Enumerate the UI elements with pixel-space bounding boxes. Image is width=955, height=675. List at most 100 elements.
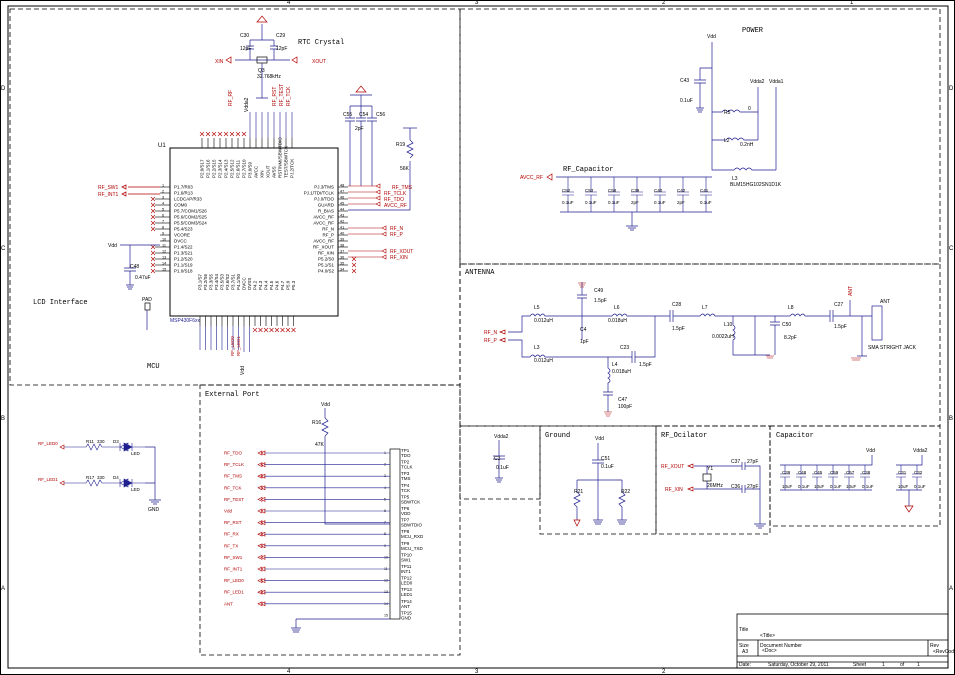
ground-section-title: Ground (545, 432, 570, 440)
c51-value: 0.1uF (601, 464, 614, 470)
led-r-value: 330 (97, 439, 105, 444)
ext-pin-name: TMS (401, 476, 411, 481)
mcu-pin-name: AVCC (254, 165, 259, 178)
c23-value: 1.5pF (639, 362, 652, 368)
mcu-pin-number: 44 (340, 208, 344, 212)
rf-cap-value: 0.1uF (585, 200, 597, 205)
no-connect-mark (150, 196, 156, 202)
cap-value: 10uF (898, 484, 909, 489)
no-connect-mark (150, 256, 156, 262)
rf-cap-ref: C41 (700, 188, 709, 193)
mcu-pin-number: 48 (340, 184, 344, 188)
c3-net: Vdda2 (494, 434, 509, 440)
c56-ref: C56 (376, 112, 385, 118)
mcu-pin-name: P4.6 (275, 280, 280, 290)
ext-net-label: RF_RX (224, 532, 239, 537)
border-row-label: C (1, 246, 6, 252)
mcu-pin-number: 5 (162, 208, 164, 212)
mcu-pin-number: 42 (340, 220, 344, 224)
ext-pin-name: TDO (401, 453, 411, 458)
border-row-label: B (1, 416, 5, 422)
mcu-pin-name: P3.0/S9 (248, 161, 253, 178)
c36-ref: C36 (731, 484, 740, 490)
mcu-pin-name: P4.0/S2 (318, 269, 335, 274)
c27-value: 1.5pF (834, 324, 847, 330)
no-connect-mark (235, 131, 241, 137)
mcu-pin-name: DVSS (247, 278, 252, 290)
border-row-label: A (949, 586, 953, 592)
r19-value: 56K (400, 166, 410, 172)
rf-oscillator-section-box (655, 425, 771, 535)
c54-value: 2pF (355, 126, 364, 132)
no-connect-mark (252, 327, 258, 333)
xin-label: XIN (215, 59, 224, 65)
mcu-pin-number: 37 (340, 250, 344, 254)
antenna-section-title: ANTENNA (465, 269, 495, 277)
rf-cap-net: AVCC_RF (520, 175, 543, 181)
mcu-pin-name: R_BIAS (318, 209, 334, 214)
c48-ref: C48 (130, 264, 139, 270)
ext-pin-name: INT1 (401, 569, 411, 574)
mcu-pin-name: VCORE (174, 233, 190, 238)
no-connect-mark (150, 208, 156, 214)
capacitor-vdda2: Vdda2 (913, 448, 928, 454)
no-connect-mark (199, 131, 205, 137)
no-connect-mark (269, 327, 274, 333)
wire (64, 442, 145, 452)
cap-ref: C48 (798, 470, 807, 475)
mcu-pin-name: XIN (260, 170, 265, 178)
inner-frame (7, 5, 949, 669)
capacitor-bank: C39 10uF C48 0.1uF C45 10uF C59 0.1uF C57 10uF C38… (780, 465, 926, 490)
no-connect-mark (150, 250, 156, 256)
rf-cap-ref: C52 (562, 188, 571, 193)
net-label-top: RF_RST (272, 87, 278, 106)
mcu-pin-name: P3.3/S5 (209, 273, 214, 290)
c48-value: 0.47uF (135, 275, 151, 281)
ext-net-label: RF_RST (224, 520, 242, 525)
no-connect-mark (211, 131, 217, 137)
mcu-pin-name: P1.2/S20 (174, 257, 193, 262)
ext-net-label: RF_TCLK (224, 462, 244, 467)
net-arrow (257, 462, 266, 468)
docnum-value: <Doc> (762, 648, 777, 654)
rf-osc-network (694, 462, 766, 529)
wire (700, 177, 712, 212)
mcu-pin-name: DVCC (242, 276, 247, 290)
date-label: Date: (739, 662, 751, 668)
c43-ref: C43 (680, 78, 689, 84)
ext-pin-name: SW1 (401, 557, 411, 562)
l3a-ref: L3 (534, 345, 540, 351)
c28-ref: C28 (672, 302, 681, 308)
mcu-pin-number: 14 (162, 262, 166, 266)
net-label-rf-p: RF_P (390, 232, 403, 238)
wire (608, 177, 620, 212)
gnd-symbol (355, 85, 367, 93)
r21-ref: R21 (574, 489, 583, 495)
wire (64, 478, 145, 488)
mcu-pin-name: XOUT (266, 165, 271, 178)
ext-net-label: RF_TX (224, 543, 238, 548)
l6-value: 0.018uH (608, 318, 627, 324)
mcu-pin-name: P5.1/S1 (318, 263, 335, 268)
c29-ref: C29 (276, 33, 285, 39)
ext-pin-name: SBWTCK (401, 499, 420, 504)
no-connect-mark (241, 131, 247, 137)
mcu-pin-name: PJ.1/TDI/TCLK (304, 191, 334, 196)
c47-ref: C47 (618, 397, 627, 403)
net-label-top: RF_TCK (286, 86, 292, 106)
power-vdda2: Vdda2 (750, 79, 765, 85)
mcu-pin-name: P1.1/S19 (174, 263, 193, 268)
c30-ref: C30 (240, 33, 249, 39)
net-arrow (257, 554, 266, 560)
net-arrow (121, 184, 160, 190)
mcu-pin-name: P5.7/COM1/S26 (174, 209, 207, 214)
capacitor-section-title: Capacitor (776, 432, 814, 440)
border-row-label: C (949, 246, 954, 252)
mcu-pin-number: 34 (340, 268, 344, 272)
power-section-box (459, 8, 941, 265)
r5-value: 0 (748, 106, 751, 112)
mcu-pin-number: 38 (340, 244, 344, 248)
mcu-pin-name: P5.4/S23 (174, 227, 193, 232)
mcu-pin-name: P4.7 (280, 280, 285, 290)
ext-pin-name: VDD (401, 511, 411, 516)
